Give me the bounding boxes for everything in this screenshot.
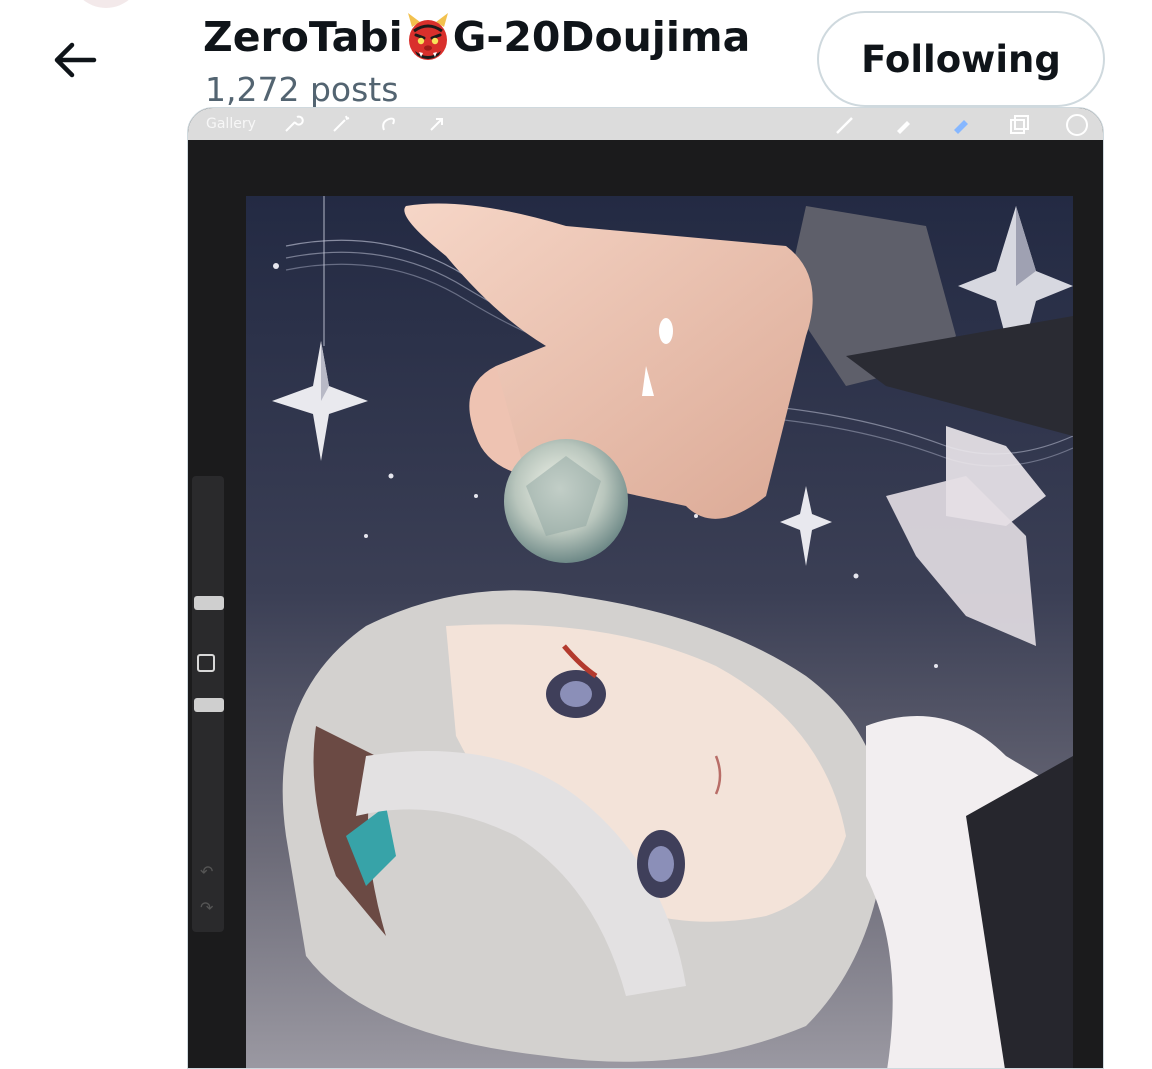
post-count: 1,272 posts xyxy=(205,70,399,109)
selection-icon xyxy=(382,117,395,131)
transform-arrow-icon xyxy=(430,118,443,131)
arrow-left-icon xyxy=(54,42,97,78)
smudge-icon xyxy=(897,121,910,134)
brush-size-slider-knob[interactable] xyxy=(194,596,224,610)
app-toolbar: Gallery xyxy=(188,108,1103,140)
redo-icon[interactable]: ↷ xyxy=(200,898,213,917)
profile-name: ZeroTabi G-20Doujima xyxy=(203,4,750,70)
post-media-image[interactable]: Gallery ↶ ↷ xyxy=(187,107,1104,1069)
modify-square-icon[interactable] xyxy=(197,654,215,672)
layers-icon xyxy=(1010,115,1029,134)
wrench-icon xyxy=(285,115,304,132)
japanese-ogre-icon xyxy=(407,13,448,60)
toolbar-right-group xyxy=(833,113,1089,137)
following-button[interactable]: Following xyxy=(817,11,1105,107)
gallery-label: Gallery xyxy=(206,116,256,132)
back-button[interactable] xyxy=(40,30,110,90)
opacity-slider-knob[interactable] xyxy=(194,698,224,712)
avatar[interactable] xyxy=(70,0,142,8)
eraser-icon xyxy=(954,120,968,134)
color-circle-icon xyxy=(1066,114,1088,136)
brush-icon xyxy=(836,117,853,134)
magic-wand-icon xyxy=(333,115,350,132)
profile-name-first: ZeroTabi xyxy=(203,13,403,61)
profile-name-second: G-20Doujima xyxy=(452,13,751,61)
anime-artwork xyxy=(246,196,1073,1068)
undo-icon[interactable]: ↶ xyxy=(200,862,213,881)
